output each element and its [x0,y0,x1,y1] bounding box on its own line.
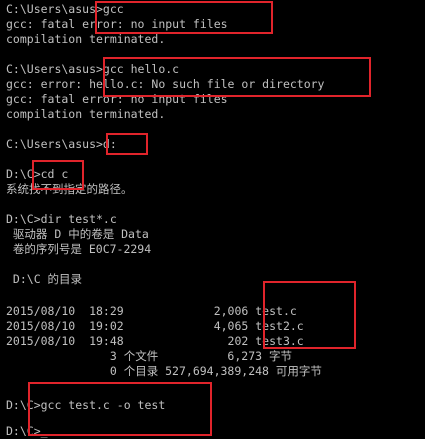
console-line: C:\Users\asus>d: [6,137,117,151]
console-line: gcc: fatal error: no input files [6,17,228,31]
console-line: 0 个目录 527,694,389,248 可用字节 [6,364,322,378]
console-line: D:\C 的目录 [6,272,83,286]
console-line: 系统找不到指定的路径。 [6,182,133,196]
console-line: C:\Users\asus>gcc [6,2,124,16]
console-line: C:\Users\asus>gcc hello.c [6,62,180,76]
console-line: 2015/08/10 19:48 202 test3.c [6,334,304,348]
console-line: gcc: error: hello.c: No such file or dir… [6,77,325,91]
console-line: compilation terminated. [6,107,166,121]
console-line: 2015/08/10 19:02 4,065 test2.c [6,319,304,333]
console-line: gcc: fatal error: no input files [6,92,228,106]
console-line: D:\C>dir test*.c [6,212,117,226]
console-line: compilation terminated. [6,32,166,46]
console-line: 卷的序列号是 E0C7-2294 [6,242,152,256]
console-window[interactable]: C:\Users\asus>gcc gcc: fatal error: no i… [0,0,425,438]
console-line: 驱动器 D 中的卷是 Data [6,227,149,241]
console-line: 2015/08/10 18:29 2,006 test.c [6,304,297,318]
console-line: D:\C>gcc test.c -o test [6,398,166,412]
console-line: D:\C>_ [6,424,48,438]
console-line: 3 个文件 6,273 字节 [6,349,292,363]
console-line: D:\C>cd c [6,167,69,181]
